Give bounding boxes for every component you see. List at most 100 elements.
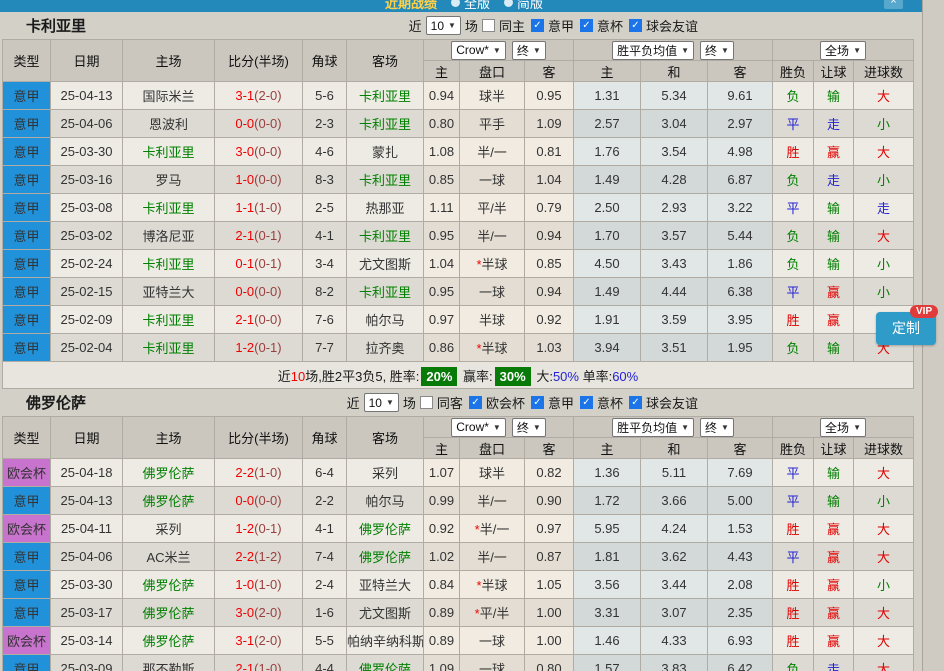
home-odds: 0.97: [424, 306, 460, 334]
result-outcome: 胜: [773, 599, 814, 627]
fulltime-score: 0-1: [235, 256, 254, 271]
result-goals: 走: [854, 194, 914, 222]
mode-option-full[interactable]: 全版: [451, 0, 490, 12]
column-subheader: 客: [708, 61, 773, 82]
column-subheader: 进球数: [854, 61, 914, 82]
handicap-line: 一球: [460, 655, 525, 671]
column-subheader: 盘口: [460, 438, 525, 459]
result-handicap: 赢: [814, 543, 854, 571]
corner-score: 4-1: [303, 222, 347, 250]
avg-draw-odds: 3.04: [641, 110, 708, 138]
away-team: 佛罗伦萨: [347, 543, 424, 571]
league-filter-checkbox[interactable]: ✓: [580, 396, 593, 409]
result-outcome: 负: [773, 655, 814, 671]
fulltime-score: 2-1: [235, 312, 254, 327]
titlebar: 近期战绩 全版 简版 ×: [0, 0, 944, 12]
match-score: 1-0(0-0): [215, 166, 303, 194]
same-venue-checkbox[interactable]: [482, 19, 495, 32]
odds-source-select[interactable]: Crow*▼: [451, 41, 506, 60]
fulltime-score: 1-2: [235, 340, 254, 355]
avg-final-select[interactable]: 终▼: [700, 41, 734, 60]
vip-customize: 定制 VIP: [876, 312, 936, 345]
match-row: 意甲25-02-09卡利亚里2-1(0-0)7-6帕尔马0.97半球0.921.…: [3, 306, 914, 334]
matches-label: 场: [403, 393, 416, 412]
mode-option-full-label: 全版: [464, 0, 490, 12]
away-odds: 0.94: [525, 278, 574, 306]
match-date: 25-03-16: [51, 166, 123, 194]
home-team-name: 那不勒斯: [142, 662, 194, 671]
league-filter-checkbox[interactable]: ✓: [531, 396, 544, 409]
league-filter-checkbox[interactable]: ✓: [629, 396, 642, 409]
odds-final-select[interactable]: 终▼: [512, 41, 546, 60]
handicap-line: 半/一: [460, 138, 525, 166]
league-filter-checkbox[interactable]: ✓: [531, 19, 544, 32]
column-subheader: 胜负: [773, 61, 814, 82]
result-outcome: 负: [773, 82, 814, 110]
result-handicap: 输: [814, 194, 854, 222]
league-filter-label: 意杯: [597, 393, 623, 412]
halftime-score: (1-0): [254, 465, 281, 480]
match-score: 2-1(0-0): [215, 306, 303, 334]
same-venue-label: 同客: [437, 393, 463, 412]
away-team-name: 热那亚: [365, 201, 404, 216]
away-odds: 0.97: [525, 515, 574, 543]
halftime-score: (1-0): [254, 200, 281, 215]
odds-final-select[interactable]: 终▼: [512, 418, 546, 437]
match-score: 1-2(0-1): [215, 515, 303, 543]
match-count-select[interactable]: 10▼: [364, 393, 399, 412]
league-filter-checkbox[interactable]: ✓: [629, 19, 642, 32]
handicap-line: 半/一: [460, 487, 525, 515]
result-outcome: 负: [773, 250, 814, 278]
match-count-select[interactable]: 10▼: [426, 16, 461, 35]
league-filter-checkbox[interactable]: ✓: [580, 19, 593, 32]
halftime-score: (1-0): [254, 577, 281, 592]
column-header: 客场: [347, 40, 424, 82]
avg-final-select[interactable]: 终▼: [700, 418, 734, 437]
panel-title[interactable]: 近期战绩: [385, 0, 437, 12]
home-odds: 0.92: [424, 515, 460, 543]
match-row: 欧会杯25-03-14佛罗伦萨3-1(2-0)5-5帕纳辛纳科斯10.89一球1…: [3, 627, 914, 655]
filter-bar: 近10▼场同客✓欧会杯✓意甲✓意杯✓球会友谊: [345, 393, 700, 412]
away-team-name: 佛罗伦萨: [359, 522, 411, 537]
avg-draw-odds: 3.59: [641, 306, 708, 334]
match-score: 2-1(1-0): [215, 655, 303, 671]
close-button[interactable]: ×: [884, 0, 903, 9]
scope-select-value: 全场: [825, 419, 849, 436]
result-outcome: 胜: [773, 515, 814, 543]
same-venue-checkbox[interactable]: [420, 396, 433, 409]
match-score: 0-0(0-0): [215, 278, 303, 306]
away-odds: 0.79: [525, 194, 574, 222]
result-goals: 小: [854, 166, 914, 194]
team-section: 佛罗伦萨近10▼场同客✓欧会杯✓意甲✓意杯✓球会友谊类型日期主场比分(半场)角球…: [0, 389, 944, 671]
home-team-name: 采列: [155, 522, 181, 537]
filter-bar: 近10▼场同主✓意甲✓意杯✓球会友谊: [407, 16, 700, 35]
avg-draw-odds: 3.51: [641, 334, 708, 362]
away-team-name: 卡利亚里: [359, 285, 411, 300]
avg-home-odds: 1.70: [574, 222, 641, 250]
result-handicap: 输: [814, 250, 854, 278]
scope-select[interactable]: 全场▼: [820, 41, 866, 60]
away-team: 卡利亚里: [347, 82, 424, 110]
away-team-name: 帕尔马: [365, 313, 404, 328]
column-subheader: 主: [574, 438, 641, 459]
avg-draw-odds: 5.34: [641, 82, 708, 110]
away-odds: 1.00: [525, 599, 574, 627]
mode-option-simple[interactable]: 简版: [504, 0, 543, 12]
avg-home-odds: 1.76: [574, 138, 641, 166]
near-label: 近: [409, 16, 422, 35]
odds-source-select[interactable]: Crow*▼: [451, 418, 506, 437]
avg-home-odds: 3.94: [574, 334, 641, 362]
result-outcome: 平: [773, 459, 814, 487]
corner-score: 2-3: [303, 110, 347, 138]
league-filter-checkbox[interactable]: ✓: [469, 396, 482, 409]
avg-source-select[interactable]: 胜平负均值▼: [612, 418, 694, 437]
scope-select[interactable]: 全场▼: [820, 418, 866, 437]
avg-source-select[interactable]: 胜平负均值▼: [612, 41, 694, 60]
fulltime-score: 3-0: [235, 144, 254, 159]
result-handicap: 赢: [814, 599, 854, 627]
home-team: 卡利亚里: [123, 250, 215, 278]
column-header: 日期: [51, 417, 123, 459]
result-goals: 大: [854, 543, 914, 571]
summary-cell: 近10场,胜2平3负5, 胜率:20% 赢率:30% 大:50% 单率:60%: [3, 362, 914, 389]
column-subheader: 盘口: [460, 61, 525, 82]
